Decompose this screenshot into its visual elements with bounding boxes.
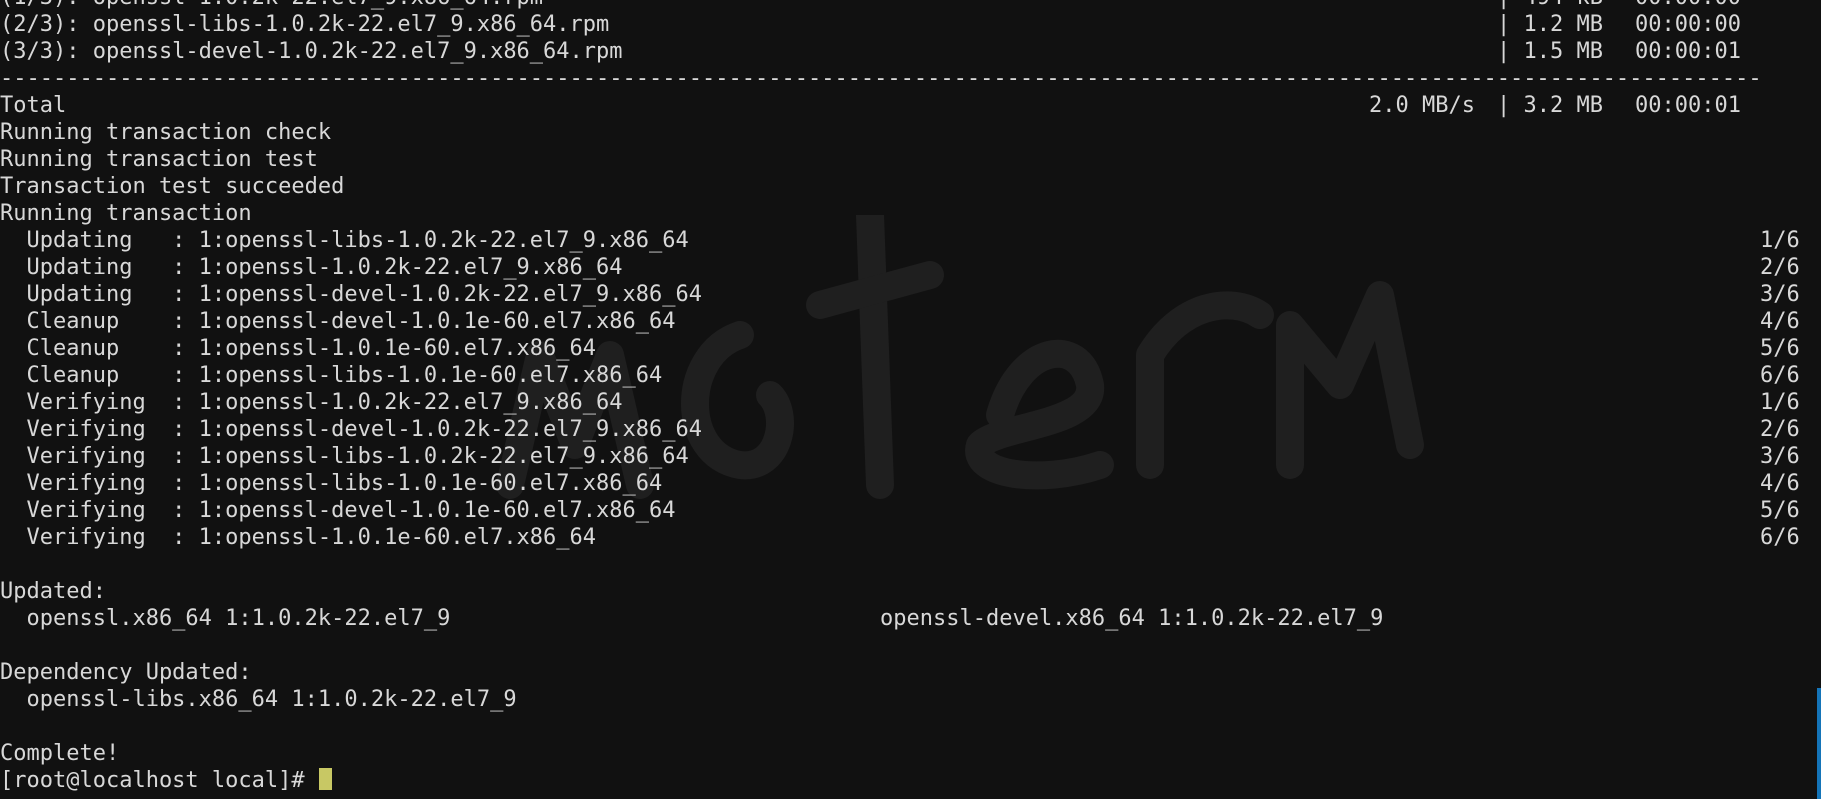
transaction-step: Verifying : 1:openssl-1.0.1e-60.el7.x86_… [0, 524, 1821, 551]
status-line: Running transaction check [0, 120, 332, 145]
step-action: Cleanup : 1:openssl-devel-1.0.1e-60.el7.… [0, 309, 676, 334]
transaction-step: Cleanup : 1:openssl-libs-1.0.1e-60.el7.x… [0, 362, 1821, 389]
step-progress: 2/6 [1760, 417, 1800, 442]
step-progress: 5/6 [1760, 498, 1800, 523]
download-file: (3/3): openssl-devel-1.0.2k-22.el7_9.x86… [0, 39, 623, 64]
shell-prompt: [root@localhost local]# [0, 768, 318, 793]
transaction-step: Cleanup : 1:openssl-devel-1.0.1e-60.el7.… [0, 308, 1821, 335]
step-action: Cleanup : 1:openssl-1.0.1e-60.el7.x86_64 [0, 336, 597, 361]
download-file: (1/3): openssl-1.0.2k-22.el7_9.x86_64.rp… [0, 0, 543, 11]
status-line: Running transaction [0, 201, 252, 226]
step-action: Verifying : 1:openssl-1.0.1e-60.el7.x86_… [0, 525, 597, 550]
updated-heading: Updated: [0, 579, 106, 604]
updated-package: openssl.x86_64 1:1.0.2k-22.el7_9 [0, 606, 451, 631]
download-size: | 1.5 MB [1497, 39, 1603, 64]
status-line: Running transaction test [0, 147, 318, 172]
step-action: Updating : 1:openssl-libs-1.0.2k-22.el7_… [0, 228, 689, 253]
step-action: Cleanup : 1:openssl-libs-1.0.1e-60.el7.x… [0, 363, 663, 388]
total-time: 00:00:01 [1635, 93, 1741, 118]
transaction-step: Updating : 1:openssl-1.0.2k-22.el7_9.x86… [0, 254, 1821, 281]
scrollbar-thumb[interactable] [1817, 688, 1821, 799]
step-action: Verifying : 1:openssl-libs-1.0.2k-22.el7… [0, 444, 689, 469]
separator-line: ----------------------------------------… [0, 66, 1762, 91]
transaction-step: Verifying : 1:openssl-devel-1.0.1e-60.el… [0, 497, 1821, 524]
step-action: Updating : 1:openssl-1.0.2k-22.el7_9.x86… [0, 255, 623, 280]
step-progress: 4/6 [1760, 471, 1800, 496]
complete-line: Complete! [0, 741, 120, 766]
step-progress: 1/6 [1760, 390, 1800, 415]
terminal-output: (1/3): openssl-1.0.2k-22.el7_9.x86_64.rp… [0, 0, 1821, 794]
transaction-step: Verifying : 1:openssl-libs-1.0.1e-60.el7… [0, 470, 1821, 497]
prompt-line[interactable]: [root@localhost local]# [0, 767, 1821, 794]
download-time: 00:00:01 [1635, 39, 1741, 64]
step-progress: 2/6 [1760, 255, 1800, 280]
total-label: Total [0, 93, 67, 118]
step-action: Updating : 1:openssl-devel-1.0.2k-22.el7… [0, 282, 702, 307]
step-action: Verifying : 1:openssl-devel-1.0.1e-60.el… [0, 498, 676, 523]
transaction-step: Cleanup : 1:openssl-1.0.1e-60.el7.x86_64… [0, 335, 1821, 362]
text-cursor [318, 768, 332, 790]
download-time: 00:00:00 [1635, 0, 1741, 11]
total-rate: 2.0 MB/s [1369, 93, 1475, 118]
dependency-updated-heading: Dependency Updated: [0, 660, 252, 685]
step-progress: 3/6 [1760, 444, 1800, 469]
status-line: Transaction test succeeded [0, 174, 345, 199]
transaction-step: Verifying : 1:openssl-libs-1.0.2k-22.el7… [0, 443, 1821, 470]
step-action: Verifying : 1:openssl-1.0.2k-22.el7_9.x8… [0, 390, 623, 415]
step-progress: 5/6 [1760, 336, 1800, 361]
step-action: Verifying : 1:openssl-devel-1.0.2k-22.el… [0, 417, 702, 442]
transaction-step: Updating : 1:openssl-libs-1.0.2k-22.el7_… [0, 227, 1821, 254]
step-action: Verifying : 1:openssl-libs-1.0.1e-60.el7… [0, 471, 663, 496]
transaction-step: Verifying : 1:openssl-devel-1.0.2k-22.el… [0, 416, 1821, 443]
step-progress: 4/6 [1760, 309, 1800, 334]
download-line: (3/3): openssl-devel-1.0.2k-22.el7_9.x86… [0, 38, 1821, 65]
step-progress: 1/6 [1760, 228, 1800, 253]
step-progress: 6/6 [1760, 363, 1800, 388]
download-size: | 1.2 MB [1497, 12, 1603, 37]
transaction-step: Verifying : 1:openssl-1.0.2k-22.el7_9.x8… [0, 389, 1821, 416]
total-line: Total 2.0 MB/s | 3.2 MB 00:00:01 [0, 92, 1821, 119]
total-size: | 3.2 MB [1497, 93, 1603, 118]
download-file: (2/3): openssl-libs-1.0.2k-22.el7_9.x86_… [0, 12, 610, 37]
updated-package: openssl-devel.x86_64 1:1.0.2k-22.el7_9 [880, 606, 1384, 631]
terminal-window[interactable]: (1/3): openssl-1.0.2k-22.el7_9.x86_64.rp… [0, 0, 1821, 799]
transaction-step: Updating : 1:openssl-devel-1.0.2k-22.el7… [0, 281, 1821, 308]
step-progress: 6/6 [1760, 525, 1800, 550]
download-size: | 494 kB [1497, 0, 1603, 11]
updated-packages: openssl.x86_64 1:1.0.2k-22.el7_9 openssl… [0, 605, 1821, 632]
step-progress: 3/6 [1760, 282, 1800, 307]
dependency-updated-package: openssl-libs.x86_64 1:1.0.2k-22.el7_9 [0, 687, 517, 712]
download-line: (2/3): openssl-libs-1.0.2k-22.el7_9.x86_… [0, 11, 1821, 38]
download-time: 00:00:00 [1635, 12, 1741, 37]
download-line: (1/3): openssl-1.0.2k-22.el7_9.x86_64.rp… [0, 0, 1821, 11]
